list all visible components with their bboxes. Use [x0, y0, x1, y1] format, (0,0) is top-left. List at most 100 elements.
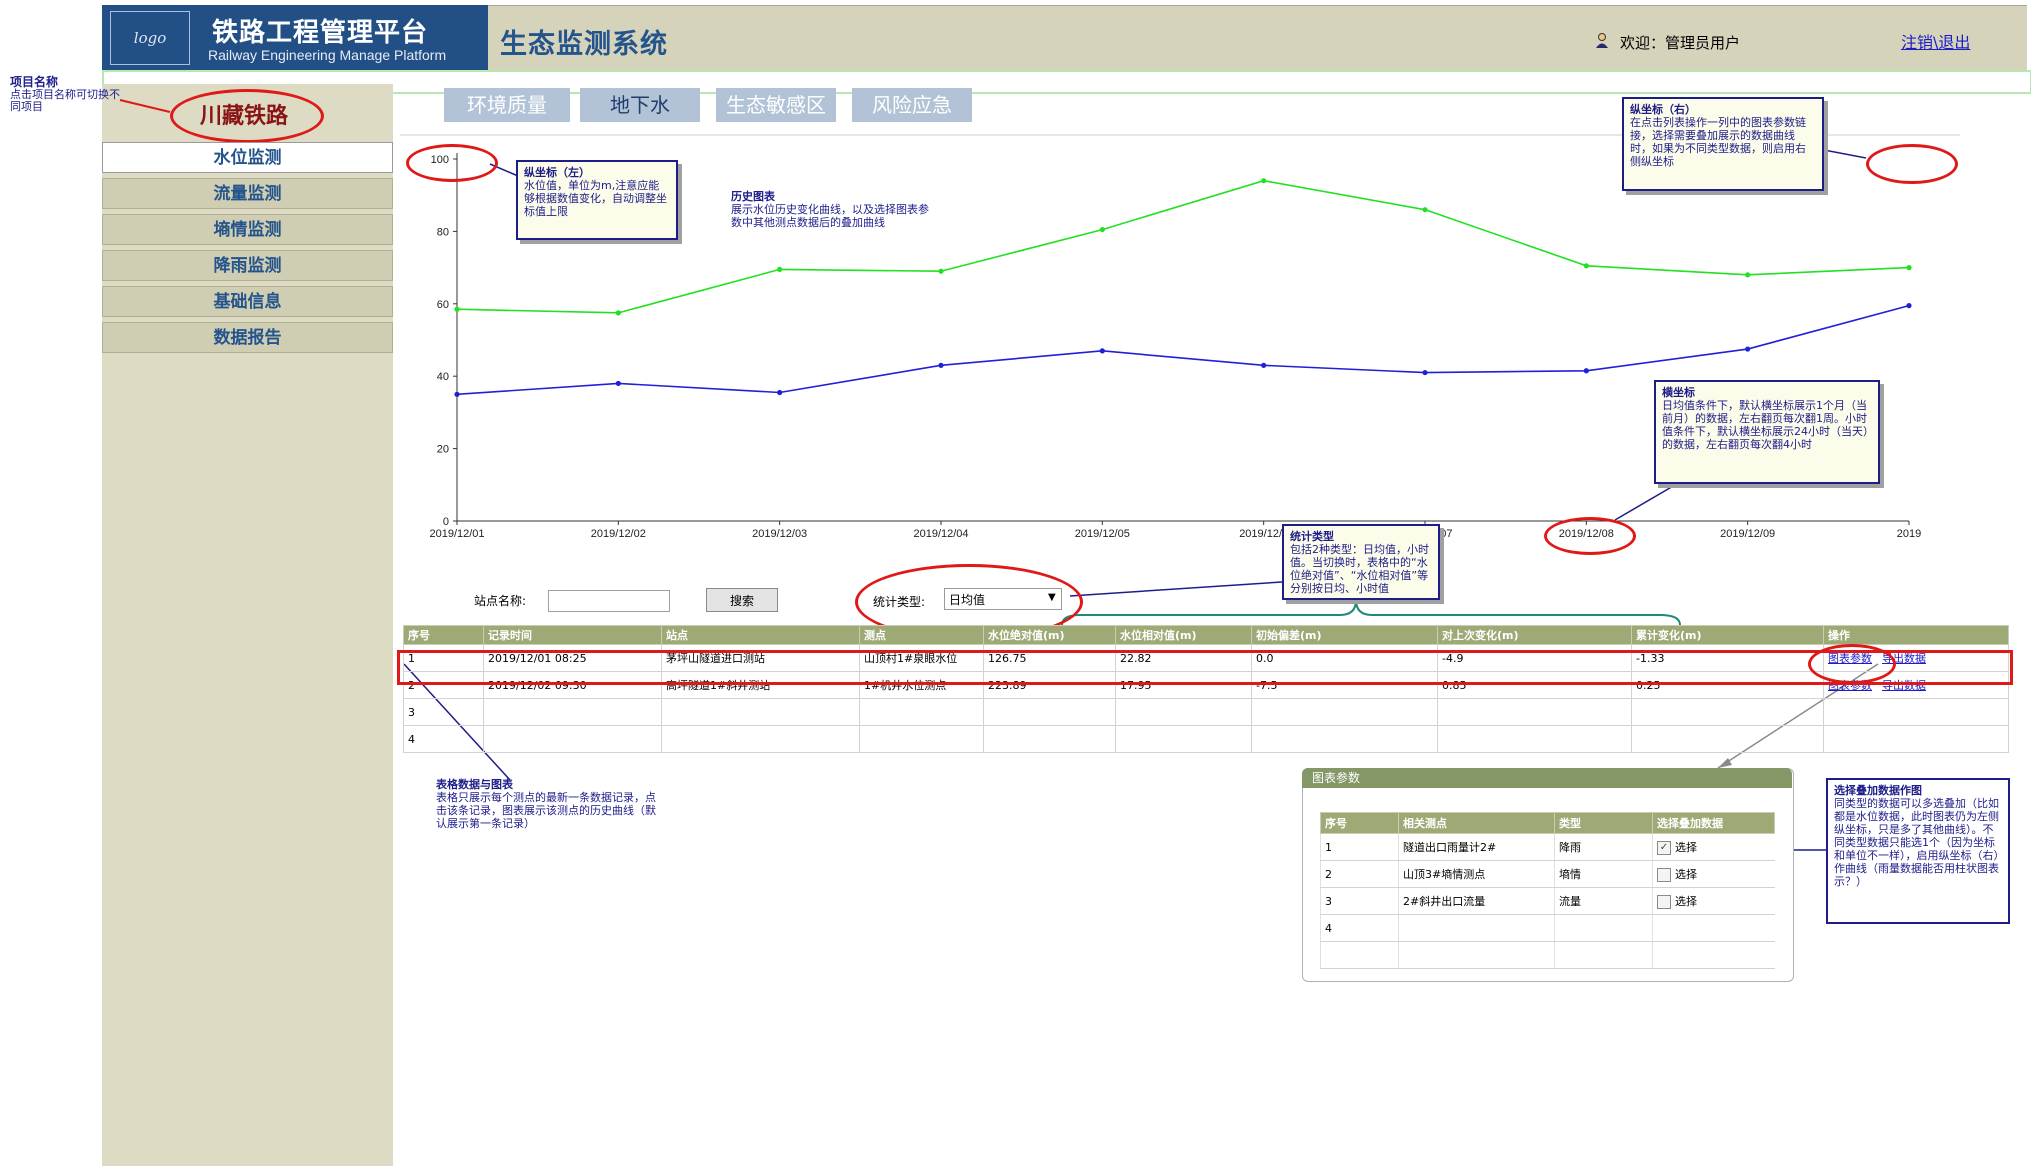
note-x-axis-title: 横坐标: [1662, 386, 1695, 399]
note-table-text: 表格只展示每个测点的最新一条数据记录，点击该条记录，图表展示该测点的历史曲线（默…: [436, 791, 656, 830]
note-y-axis-left: 纵坐标（左） 水位值，单位为m,注意应能够根据数值变化，自动调整坐标值上限: [516, 160, 678, 240]
panel-col-type: 类型: [1554, 812, 1653, 834]
panel-cell: [1652, 914, 1775, 942]
col-header-abs-level: 水位绝对值(m): [983, 625, 1116, 645]
panel-cell: 3: [1320, 887, 1399, 915]
note-table-title: 表格数据与图表: [436, 778, 513, 791]
col-header-station: 站点: [661, 625, 860, 645]
table-cell: [983, 698, 1116, 726]
table-cell: [1631, 725, 1824, 753]
table-cell: 4: [403, 725, 484, 753]
panel-cell: [1320, 941, 1399, 969]
col-header-no: 序号: [403, 625, 484, 645]
overlay-checkbox[interactable]: [1657, 895, 1671, 909]
note-stat-type: 统计类型 包括2种类型：日均值，小时值。当切换时，表格中的“水位绝对值”、“水位…: [1282, 524, 1440, 600]
panel-cell: 隧道出口雨量计2#: [1398, 833, 1555, 861]
note-y-axis-right: 纵坐标（右） 在点击列表操作一列中的图表参数链接，选择需要叠加展示的数据曲线时，…: [1622, 97, 1824, 191]
overlay-checkbox-label: 选择: [1675, 895, 1697, 908]
note-stat-text: 包括2种类型：日均值，小时值。当切换时，表格中的“水位绝对值”、“水位相对值”等…: [1290, 543, 1429, 595]
panel-row: [1320, 941, 1775, 969]
table-cell: [1115, 725, 1252, 753]
overlay-checkbox[interactable]: ✓: [1657, 841, 1671, 855]
col-header-time: 记录时间: [483, 625, 662, 645]
panel-row: 4: [1320, 914, 1775, 942]
chart-params-table: 序号 相关测点 类型 选择叠加数据 1 隧道出口雨量计2# 降雨 ✓ 选择 2 山…: [1320, 812, 1775, 969]
table-cell: [1437, 698, 1632, 726]
panel-cell: [1398, 941, 1555, 969]
selected-row-highlight: [397, 650, 2013, 685]
stat-type-label: 统计类型:: [873, 595, 926, 609]
panel-cell-check: ✓ 选择: [1652, 833, 1775, 861]
table-cell: [859, 725, 984, 753]
panel-col-point: 相关测点: [1398, 812, 1555, 834]
panel-cell: [1398, 914, 1555, 942]
y-right-highlight: [1866, 144, 1958, 184]
note-overlay-title: 选择叠加数据作图: [1834, 784, 1922, 797]
table-cell: [1823, 698, 2009, 726]
panel-cell: 墒情: [1554, 860, 1653, 888]
station-name-label: 站点名称:: [474, 594, 527, 608]
note-stat-title: 统计类型: [1290, 530, 1334, 543]
col-header-last-change: 对上次变化(m): [1437, 625, 1632, 645]
panel-col-select: 选择叠加数据: [1652, 812, 1775, 834]
table-cell: [1251, 698, 1438, 726]
table-cell: [983, 725, 1116, 753]
table-header-row: 序号 记录时间 站点 测点 水位绝对值(m) 水位相对值(m) 初始偏差(m) …: [403, 625, 2009, 645]
panel-cell: 4: [1320, 914, 1399, 942]
note-history-title: 历史图表: [731, 190, 775, 203]
overlay-checkbox-label: 选择: [1675, 841, 1697, 854]
panel-cell: 山顶3#墒情测点: [1398, 860, 1555, 888]
panel-cell: [1554, 914, 1653, 942]
col-header-init-dev: 初始偏差(m): [1251, 625, 1438, 645]
panel-cell-check: 选择: [1652, 887, 1775, 915]
table-cell: [483, 698, 662, 726]
panel-cell: [1652, 941, 1775, 969]
panel-cell: 1: [1320, 833, 1399, 861]
panel-cell: 降雨: [1554, 833, 1653, 861]
overlay-checkbox[interactable]: [1657, 868, 1671, 882]
panel-cell: 2#斜井出口流量: [1398, 887, 1555, 915]
station-name-input[interactable]: [548, 590, 670, 612]
search-button[interactable]: 搜索: [706, 588, 778, 612]
col-header-cum-change: 累计变化(m): [1631, 625, 1824, 645]
table-cell: [1823, 725, 2009, 753]
table-cell: 3: [403, 698, 484, 726]
note-overlay-text: 同类型的数据可以多选叠加（比如都是水位数据，此时图表仍为左侧纵坐标，只是多了其他…: [1834, 797, 1999, 888]
panel-cell: [1554, 941, 1653, 969]
panel-row: 1 隧道出口雨量计2# 降雨 ✓ 选择: [1320, 833, 1775, 861]
x-axis-highlight: [1544, 517, 1636, 555]
table-cell: [661, 725, 860, 753]
note-history-chart: 历史图表 展示水位历史变化曲线，以及选择图表参数中其他测点数据后的叠加曲线: [731, 190, 931, 229]
note-y-left-title: 纵坐标（左）: [524, 166, 590, 179]
table-cell: [661, 698, 860, 726]
station-data-table: 序号 记录时间 站点 测点 水位绝对值(m) 水位相对值(m) 初始偏差(m) …: [403, 625, 2009, 753]
note-x-axis-text: 日均值条件下，默认横坐标展示1个月（当前月）的数据，左右翻页每次翻1周。小时值条…: [1662, 399, 1869, 451]
table-cell: [859, 698, 984, 726]
stat-type-select[interactable]: 日均值: [944, 588, 1062, 610]
col-header-point: 测点: [859, 625, 984, 645]
note-table-chart: 表格数据与图表 表格只展示每个测点的最新一条数据记录，点击该条记录，图表展示该测…: [436, 778, 658, 830]
chevron-down-icon[interactable]: ▼: [1048, 592, 1056, 603]
panel-header-row: 序号 相关测点 类型 选择叠加数据: [1320, 812, 1775, 834]
note-y-left-text: 水位值，单位为m,注意应能够根据数值变化，自动调整坐标值上限: [524, 179, 667, 218]
table-cell: [483, 725, 662, 753]
y-left-highlight: [406, 144, 498, 182]
table-row[interactable]: 3: [403, 698, 2009, 726]
chart-params-highlight: [1808, 644, 1896, 684]
overlay-checkbox-label: 选择: [1675, 868, 1697, 881]
panel-cell-check: 选择: [1652, 860, 1775, 888]
note-history-text: 展示水位历史变化曲线，以及选择图表参数中其他测点数据后的叠加曲线: [731, 203, 929, 229]
table-row[interactable]: 4: [403, 725, 2009, 753]
table-cell: [1251, 725, 1438, 753]
note-y-right-text: 在点击列表操作一列中的图表参数链接，选择需要叠加展示的数据曲线时，如果为不同类型…: [1630, 116, 1806, 168]
note-overlay-selection: 选择叠加数据作图 同类型的数据可以多选叠加（比如都是水位数据，此时图表仍为左侧纵…: [1826, 778, 2010, 924]
note-x-axis: 横坐标 日均值条件下，默认横坐标展示1个月（当前月）的数据，左右翻页每次翻1周。…: [1654, 380, 1880, 484]
chart-params-panel-title: 图表参数: [1302, 768, 1792, 788]
table-cell: [1631, 698, 1824, 726]
panel-col-no: 序号: [1320, 812, 1399, 834]
col-header-actions: 操作: [1823, 625, 2009, 645]
table-cell: [1115, 698, 1252, 726]
table-cell: [1437, 725, 1632, 753]
panel-row: 3 2#斜井出口流量 流量 选择: [1320, 887, 1775, 915]
panel-cell: 2: [1320, 860, 1399, 888]
